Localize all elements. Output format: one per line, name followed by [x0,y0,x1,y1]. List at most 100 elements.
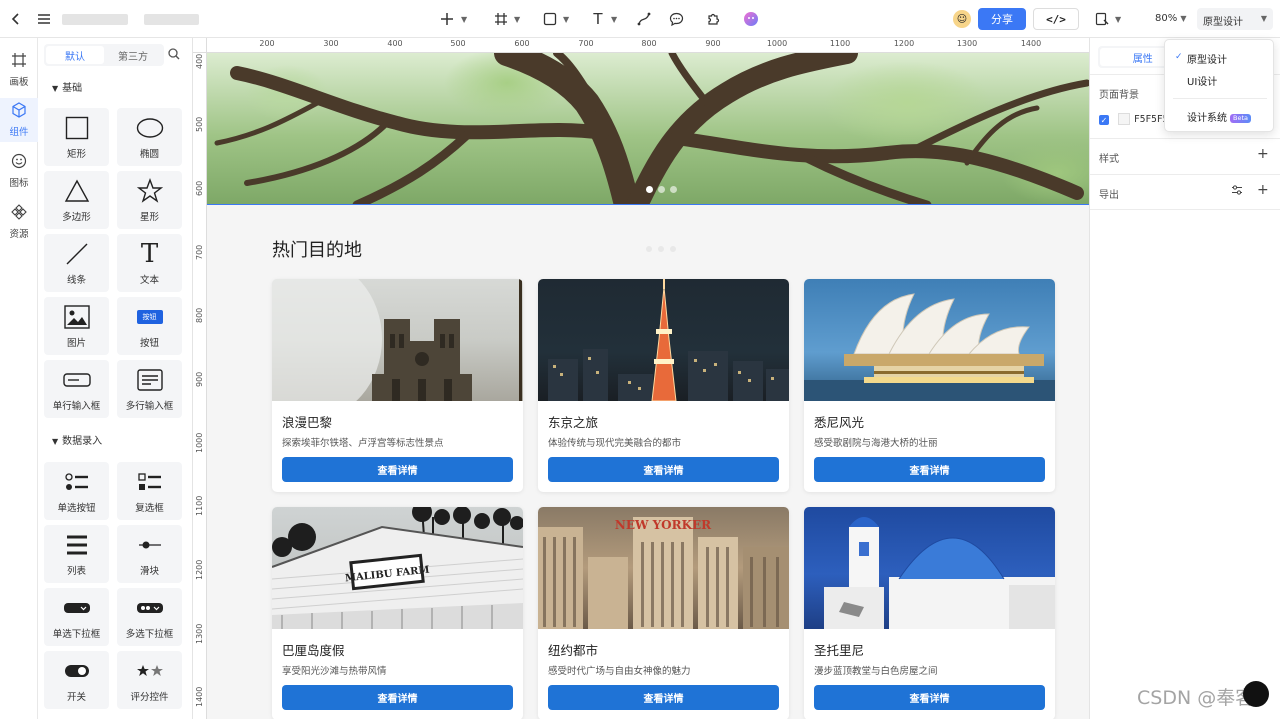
ruler-corner [193,38,207,53]
section-basic[interactable]: ▼ 基础 [52,79,82,94]
list-icon [65,531,89,559]
rectangle-icon [65,114,89,142]
component-multi-input[interactable]: 多行输入框 [117,360,182,418]
card-description: 感受时代广场与自由女神像的魅力 [548,666,691,677]
add-export-icon[interactable]: + [1257,182,1269,198]
carousel-dot[interactable] [658,186,665,193]
rail-label: 组件 [9,127,29,138]
component-slider[interactable]: 滑块 [117,525,182,583]
component-list[interactable]: 列表 [44,525,109,583]
section-data-entry[interactable]: ▼ 数据录入 [52,432,102,447]
frame-icon[interactable] [491,9,511,29]
rail-item-components[interactable]: 组件 [0,98,38,142]
menu-item-prototype[interactable]: 原型设计 [1187,51,1227,66]
component-single-select[interactable]: 单选下拉框 [44,588,109,646]
section-data-entry-label: 数据录入 [62,436,103,447]
view-details-button[interactable]: 查看详情 [548,685,779,710]
rail-item-icons[interactable]: 图标 [0,149,38,193]
ruler-tick: 1100 [195,495,204,516]
component-text[interactable]: T 文本 [117,234,182,292]
image-icon [63,303,90,331]
ruler-tick: 600 [514,39,530,48]
ruler-tick: 1000 [766,39,788,48]
tab-third-party[interactable]: 第三方 [104,46,162,64]
menu-item-design-system[interactable]: 设计系统 Beta [1187,109,1251,124]
destination-card[interactable]: NEW YORKER 纽约都市 感受时代广场与自由女神像的魅力 查看详情 [538,507,789,719]
mode-select[interactable]: 原型设计 ▼ [1197,8,1273,30]
component-rectangle[interactable]: 矩形 [44,108,109,166]
component-image[interactable]: 图片 [44,297,109,355]
search-icon[interactable] [168,48,180,63]
component-source-tabs: 默认 第三方 [44,44,164,66]
rail-item-resources[interactable]: 资源 [0,200,38,244]
mode-value: 原型设计 [1203,17,1243,28]
text-tool-icon[interactable]: T [588,9,608,29]
carousel-dot[interactable] [670,186,677,193]
code-view-button[interactable]: </> [1033,8,1079,30]
component-star[interactable]: 星形 [117,171,182,229]
rectangle-tool-icon[interactable] [540,9,560,29]
rail-label: 图标 [9,178,29,189]
ruler-tick: 500 [450,39,466,48]
nyc-buildings-illustration: NEW YORKER [538,517,789,629]
destination-card[interactable]: 悉尼风光 感受歌剧院与海港大桥的壮丽 查看详情 [804,279,1055,492]
destination-card[interactable]: MALIBU FARM 巴厘岛度假 享受阳光沙滩与热带风情 查看详情 [272,507,523,719]
component-label: 线条 [66,275,86,286]
component-rating[interactable]: 评分控件 [117,651,182,709]
view-details-button[interactable]: 查看详情 [282,685,513,710]
chevron-down-icon[interactable]: ▼ [1115,15,1121,24]
component-ellipse[interactable]: 椭圆 [117,108,182,166]
destination-card[interactable]: 浪漫巴黎 探索埃菲尔铁塔、卢浮宫等标志性景点 查看详情 [272,279,523,492]
chevron-down-icon[interactable]: ▼ [563,15,569,24]
zoom-value: 80% [1155,13,1178,24]
tab-default[interactable]: 默认 [46,46,104,64]
component-radio[interactable]: 单选按钮 [44,462,109,520]
cube-icon [11,102,27,121]
rail-item-artboard[interactable]: 画板 [0,48,38,92]
carousel-dot[interactable] [646,186,653,193]
zoom-level[interactable]: 80% ▼ [1155,13,1187,24]
component-polygon[interactable]: 多边形 [44,171,109,229]
chevron-down-icon[interactable]: ▼ [461,15,467,24]
add-icon[interactable] [437,9,457,29]
mode-dropdown-menu: ✓ 原型设计 UI设计 设计系统 Beta [1164,39,1274,132]
view-details-button[interactable]: 查看详情 [814,685,1045,710]
design-canvas[interactable]: 200 300 400 500 600 700 800 900 1000 110… [192,38,1089,719]
ai-assistant-icon[interactable] [741,9,761,29]
view-details-button[interactable]: 查看详情 [548,457,779,482]
pen-tool-icon[interactable] [634,9,654,29]
destination-card[interactable]: 圣托里尼 漫步蓝顶教堂与白色房屋之间 查看详情 [804,507,1055,719]
line-icon [65,240,89,268]
menu-icon[interactable] [34,9,54,29]
comment-icon[interactable] [666,9,686,29]
chevron-down-icon[interactable]: ▼ [514,15,520,24]
ruler-tick: 400 [387,39,403,48]
view-details-button[interactable]: 查看详情 [282,457,513,482]
component-switch[interactable]: 开关 [44,651,109,709]
back-icon[interactable] [6,9,26,29]
component-multi-select[interactable]: 多选下拉框 [117,588,182,646]
style-label: 样式 [1099,154,1119,165]
user-avatar[interactable]: ☺ [953,10,971,28]
floating-avatar[interactable] [1243,681,1269,707]
component-line[interactable]: 线条 [44,234,109,292]
export-settings-icon[interactable] [1231,184,1243,199]
add-style-icon[interactable]: + [1257,146,1269,162]
ruler-tick: 1400 [195,686,204,707]
hero-banner[interactable] [207,53,1089,205]
destination-card[interactable]: 东京之旅 体验传统与现代完美融合的都市 查看详情 [538,279,789,492]
chevron-down-icon[interactable]: ▼ [611,15,617,24]
component-button[interactable]: 按钮 按钮 [117,297,182,355]
malibu-farm-illustration: MALIBU FARM [272,507,523,629]
menu-item-ui-design[interactable]: UI设计 [1187,73,1217,88]
divider [1173,98,1267,99]
background-color-swatch[interactable] [1118,113,1130,125]
component-single-input[interactable]: 单行输入框 [44,360,109,418]
preview-icon[interactable] [1092,9,1112,29]
view-details-button[interactable]: 查看详情 [814,457,1045,482]
plugin-icon[interactable] [703,9,723,29]
share-button[interactable]: 分享 [978,8,1026,30]
page-background-checkbox[interactable]: ✓ [1099,115,1109,125]
export-label: 导出 [1099,190,1119,201]
component-checkbox[interactable]: 复选框 [117,462,182,520]
